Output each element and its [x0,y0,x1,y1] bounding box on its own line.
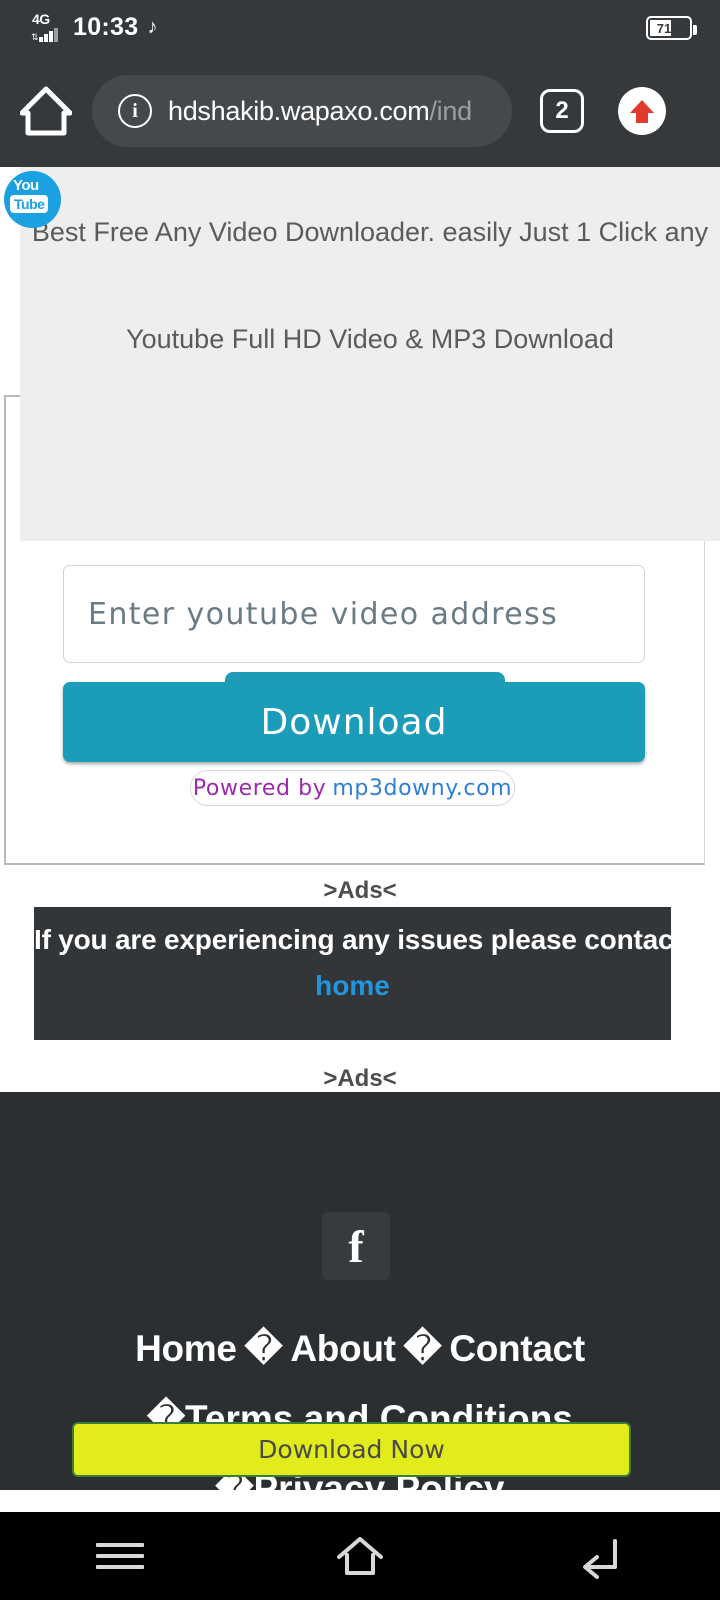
sticky-download-now-button[interactable]: Download Now [72,1422,631,1477]
youtube-logo: You Tube [4,171,61,228]
issue-notice-banner: If you are experiencing any issues pleas… [34,907,683,1040]
tab-counter-button[interactable]: 2 [540,89,584,133]
video-url-placeholder: Enter youtube video address [88,596,559,632]
home-icon [20,86,72,136]
footer-link-home[interactable]: Home [135,1328,237,1369]
footer-links-row-1: Home � About � Contact [0,1327,720,1370]
ad-headline-2: Youtube Full HD Video & MP3 Download [126,324,614,354]
info-icon[interactable]: i [118,94,152,128]
music-note-icon: ♪ [147,16,158,38]
ads-label-top: >Ads< [323,877,397,904]
back-arrow-icon [583,1539,617,1579]
web-page-viewport: You Tube Best Free Any Video Downloader.… [0,167,720,1600]
android-home-button[interactable] [241,1533,479,1579]
powered-by-prefix: Powered by [192,775,327,801]
signal-bars-icon [39,27,58,42]
footer-separator-1: � [244,1328,283,1369]
url-bar[interactable]: i hdshakib.wapaxo.com/ind [92,75,512,147]
status-bar-clock: 10:33 [73,13,139,41]
network-signal-icon: 4G ⇅ [30,10,64,43]
menu-icon [96,1536,144,1576]
browser-toolbar: i hdshakib.wapaxo.com/ind 2 [0,55,720,167]
up-arrow-icon [630,100,654,123]
android-navigation-bar [0,1512,720,1600]
android-back-button[interactable] [481,1533,719,1579]
ads-label-bottom: >Ads< [323,1065,397,1092]
home-outline-icon [337,1537,383,1575]
footer-link-about[interactable]: About [290,1328,396,1369]
ad-overlay-panel: Best Free Any Video Downloader. easily J… [20,167,720,541]
status-bar-left: 4G ⇅ 10:33 ♪ [30,0,157,55]
data-transfer-icon: ⇅ [31,31,39,42]
facebook-icon[interactable]: f [322,1212,390,1280]
status-bar: 4G ⇅ 10:33 ♪ 71 [0,0,720,55]
url-path: /ind [429,95,472,126]
battery-icon: 71 [646,16,697,40]
powered-by-badge: Powered by mp3downy.com [190,770,515,806]
youtube-logo-you: You [13,177,39,194]
ad-headline-1: Best Free Any Video Downloader. easily J… [31,217,709,247]
issue-notice-home-link[interactable]: home [34,970,671,1002]
url-domain: hdshakib.wapaxo.com [168,95,430,126]
video-url-input[interactable]: Enter youtube video address [63,565,645,663]
scroll-up-button[interactable] [618,87,666,135]
footer-link-contact[interactable]: Contact [449,1328,585,1369]
url-text: hdshakib.wapaxo.com/ind [168,96,472,127]
battery-level-label: 71 [656,20,672,36]
phone-screen: 4G ⇅ 10:33 ♪ 71 i hdshakib.wapaxo.com/in… [0,0,720,1600]
footer-separator-2: � [403,1328,442,1369]
browser-home-button[interactable] [0,86,92,136]
youtube-logo-tube: Tube [10,195,49,213]
powered-by-site[interactable]: mp3downy.com [332,776,512,801]
network-type-label: 4G [32,10,50,27]
recents-button[interactable] [1,1536,239,1576]
download-button[interactable]: Download [63,682,645,762]
issue-notice-text: If you are experiencing any issues pleas… [34,924,683,955]
